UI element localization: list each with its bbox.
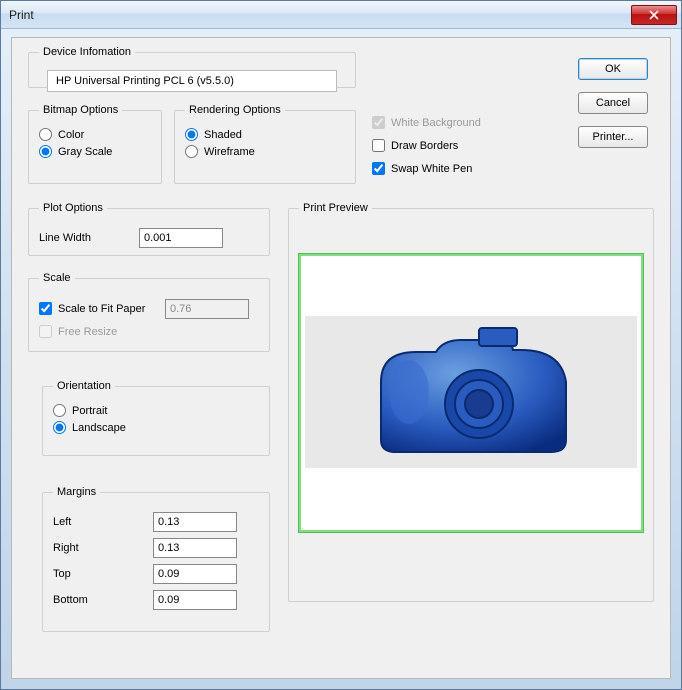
check-scale-fit[interactable]: Scale to Fit Paper [39, 302, 157, 315]
check-white-bg-input [372, 116, 385, 129]
close-button[interactable] [631, 5, 677, 25]
margin-left-input[interactable] [153, 512, 237, 532]
radio-wireframe-label: Wireframe [204, 146, 255, 158]
ok-button[interactable]: OK [578, 58, 648, 80]
radio-color-label: Color [58, 129, 84, 141]
check-draw-borders-input[interactable] [372, 139, 385, 152]
margin-top-label: Top [53, 568, 145, 580]
plot-options-group: Plot Options Line Width [28, 202, 270, 256]
scale-legend: Scale [39, 272, 75, 284]
radio-shaded[interactable]: Shaded [185, 128, 345, 141]
device-name-box: HP Universal Printing PCL 6 (v5.5.0) [47, 70, 337, 92]
rendering-options-group: Rendering Options Shaded Wireframe [174, 104, 356, 184]
device-info-legend: Device Infomation [39, 46, 135, 58]
margin-bottom-label: Bottom [53, 594, 145, 606]
scale-value-input [165, 299, 249, 319]
window-title: Print [9, 8, 34, 22]
line-width-label: Line Width [39, 232, 131, 244]
preview-frame [299, 254, 643, 532]
radio-landscape[interactable]: Landscape [53, 421, 259, 434]
radio-landscape-label: Landscape [72, 422, 126, 434]
check-scale-fit-label: Scale to Fit Paper [58, 303, 145, 315]
radio-color[interactable]: Color [39, 128, 151, 141]
check-free-resize-label: Free Resize [58, 326, 117, 338]
orientation-group: Orientation Portrait Landscape [42, 380, 270, 456]
margin-right-label: Right [53, 542, 145, 554]
margin-left-label: Left [53, 516, 145, 528]
device-name: HP Universal Printing PCL 6 (v5.5.0) [56, 75, 234, 87]
radio-color-input[interactable] [39, 128, 52, 141]
check-swap-white-pen-input[interactable] [372, 162, 385, 175]
camera-icon [361, 322, 581, 462]
margins-legend: Margins [53, 486, 100, 498]
titlebar: Print [1, 1, 681, 29]
check-free-resize: Free Resize [39, 325, 259, 338]
check-draw-borders[interactable]: Draw Borders [372, 139, 481, 152]
radio-portrait-label: Portrait [72, 405, 107, 417]
print-dialog: Print Device Infomation HP Universal Pri… [0, 0, 682, 690]
print-preview-legend: Print Preview [299, 202, 372, 214]
close-icon [649, 10, 659, 20]
radio-gray[interactable]: Gray Scale [39, 145, 151, 158]
radio-gray-label: Gray Scale [58, 146, 112, 158]
radio-portrait[interactable]: Portrait [53, 404, 259, 417]
rendering-options-legend: Rendering Options [185, 104, 285, 116]
printer-button[interactable]: Printer... [578, 126, 648, 148]
orientation-legend: Orientation [53, 380, 115, 392]
margin-bottom-input[interactable] [153, 590, 237, 610]
scale-group: Scale Scale to Fit Paper Free Resize [28, 272, 270, 352]
preview-content [305, 316, 637, 468]
radio-wireframe-input[interactable] [185, 145, 198, 158]
check-white-bg-label: White Background [391, 117, 481, 129]
cancel-button[interactable]: Cancel [578, 92, 648, 114]
check-swap-white-pen[interactable]: Swap White Pen [372, 162, 481, 175]
device-info-group: Device Infomation HP Universal Printing … [28, 46, 356, 88]
bitmap-options-group: Bitmap Options Color Gray Scale [28, 104, 162, 184]
radio-wireframe[interactable]: Wireframe [185, 145, 345, 158]
checkbox-column: White Background Draw Borders Swap White… [372, 112, 481, 179]
check-free-resize-input [39, 325, 52, 338]
check-draw-borders-label: Draw Borders [391, 140, 458, 152]
radio-shaded-label: Shaded [204, 129, 242, 141]
margins-group: Margins Left Right Top Bottom [42, 486, 270, 632]
print-preview-group: Print Preview [288, 202, 654, 602]
bitmap-options-legend: Bitmap Options [39, 104, 122, 116]
check-swap-white-pen-label: Swap White Pen [391, 163, 472, 175]
check-white-bg: White Background [372, 116, 481, 129]
plot-options-legend: Plot Options [39, 202, 107, 214]
radio-shaded-input[interactable] [185, 128, 198, 141]
check-scale-fit-input[interactable] [39, 302, 52, 315]
radio-portrait-input[interactable] [53, 404, 66, 417]
radio-landscape-input[interactable] [53, 421, 66, 434]
margin-top-input[interactable] [153, 564, 237, 584]
line-width-input[interactable] [139, 228, 223, 248]
button-column: OK Cancel Printer... [578, 58, 648, 148]
margin-right-input[interactable] [153, 538, 237, 558]
dialog-body: Device Infomation HP Universal Printing … [11, 37, 671, 679]
radio-gray-input[interactable] [39, 145, 52, 158]
